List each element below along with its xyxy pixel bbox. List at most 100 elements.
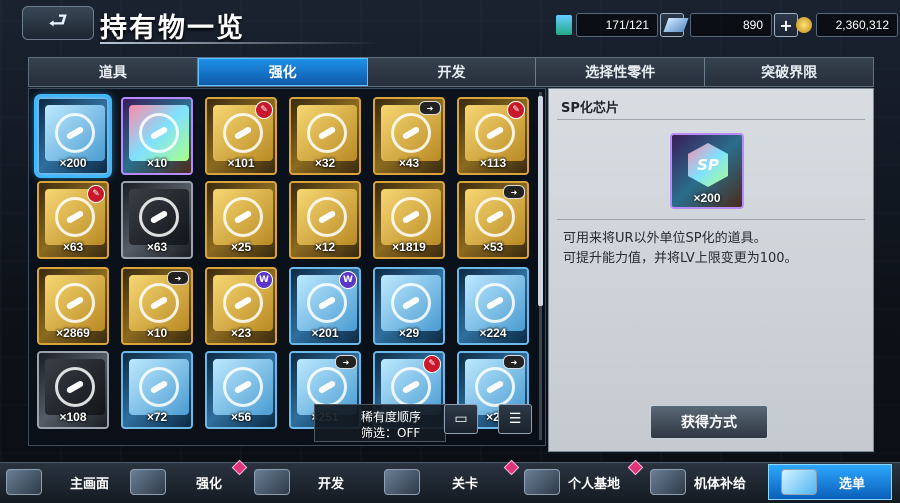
item-grid: ×200 ×10 ✎ ×101 ×32 ➜ ×43 ✎ ×113 ✎ ×63 ×63 ×25 ×12 ×18…: [28, 88, 546, 446]
back-arrow-icon: ⮐: [48, 9, 68, 34]
sort-button[interactable]: ☰: [498, 404, 532, 434]
item-slot[interactable]: ➜ ×43: [373, 97, 445, 175]
item-emblem-icon: [55, 113, 95, 153]
item-emblem-icon: [139, 197, 179, 237]
item-quantity: ×56: [230, 410, 252, 424]
menu-icon: [781, 469, 817, 495]
nav-label: 主画面: [70, 476, 110, 492]
factory-icon: [254, 469, 290, 495]
tab-limit-break[interactable]: 突破界限: [705, 58, 873, 86]
nav-label: 机体补给: [694, 476, 747, 492]
item-emblem-icon: [55, 197, 95, 237]
cards-icon: ▭: [454, 411, 468, 427]
gem-value: 890: [690, 13, 772, 37]
item-quantity: ×23: [230, 326, 252, 340]
tab-optional-parts[interactable]: 选择性零件: [536, 58, 706, 86]
item-slot[interactable]: ×200: [34, 94, 112, 178]
tab-develop[interactable]: 开发: [368, 58, 537, 86]
item-emblem-icon: [223, 197, 263, 237]
item-emblem-icon: [139, 367, 179, 407]
item-slot[interactable]: ✎ ×63: [37, 181, 109, 259]
sort-panel[interactable]: 稀有度顺序 筛选：OFF: [314, 404, 446, 442]
home-icon: [6, 469, 42, 495]
nav-home[interactable]: 主画面: [6, 464, 109, 500]
nav-label: 强化: [196, 476, 223, 492]
item-emblem-icon: [55, 283, 95, 323]
item-quantity: ×201: [311, 326, 339, 340]
arrow-badge-icon: ➜: [503, 355, 525, 369]
view-toggle-button[interactable]: ▭: [444, 404, 478, 434]
item-slot[interactable]: ×72: [121, 351, 193, 429]
feather-badge-icon: ✎: [255, 101, 273, 119]
coin-resource: 2,360,312: [796, 13, 898, 37]
nav-label: 个人基地: [568, 476, 621, 492]
filter-label: 筛选：OFF: [361, 426, 421, 440]
arrow-badge-icon: ➜: [503, 185, 525, 199]
item-emblem-icon: [475, 367, 515, 407]
nav-supply[interactable]: 机体补给: [650, 464, 746, 500]
tab-enhance[interactable]: 强化: [197, 58, 368, 86]
item-slot[interactable]: ➜ ×10: [121, 267, 193, 345]
nav-label: 开发: [318, 476, 345, 492]
item-slot[interactable]: ×1819: [373, 181, 445, 259]
item-emblem-icon: [307, 283, 347, 323]
item-detail-panel: SP化芯片 SP ×200 可用来将UR以外单位SP化的道具。 可提升能力值，并…: [548, 88, 874, 452]
gem-plus-button[interactable]: +: [774, 13, 798, 37]
nav-label: 关卡: [452, 476, 479, 492]
sp-chip-icon: SP: [688, 143, 728, 187]
item-slot[interactable]: ×25: [205, 181, 277, 259]
description-line: 可用来将UR以外单位SP化的道具。: [563, 231, 767, 246]
item-emblem-icon: [223, 283, 263, 323]
item-slot[interactable]: ×12: [289, 181, 361, 259]
sort-order-label: 稀有度顺序: [361, 410, 422, 424]
item-emblem-icon: [223, 113, 263, 153]
arrow-badge-icon: ➜: [335, 355, 357, 369]
nav-enhance[interactable]: 强化: [130, 464, 222, 500]
item-emblem-icon: [55, 367, 95, 407]
nav-develop[interactable]: 开发: [254, 464, 344, 500]
nav-menu[interactable]: 选单: [768, 464, 892, 500]
item-slot[interactable]: ×56: [205, 351, 277, 429]
item-quantity: ×72: [146, 410, 168, 424]
supply-icon: [650, 469, 686, 495]
feather-badge-icon: ✎: [507, 101, 525, 119]
w-badge-icon: W: [339, 271, 357, 289]
item-slot[interactable]: ×32: [289, 97, 361, 175]
item-slot[interactable]: ×10: [121, 97, 193, 175]
item-emblem-icon: [475, 113, 515, 153]
rifle-icon: [384, 469, 420, 495]
back-button[interactable]: ⮐: [22, 6, 94, 40]
item-emblem-icon: [307, 367, 347, 407]
item-quantity: ×10: [146, 326, 168, 340]
description-line: 可提升能力值，并将LV上限变更为100。: [563, 251, 798, 266]
item-slot[interactable]: W ×23: [205, 267, 277, 345]
item-quantity: ×25: [230, 240, 252, 254]
item-slot[interactable]: ×63: [121, 181, 193, 259]
item-slot[interactable]: W ×201: [289, 267, 361, 345]
nav-base[interactable]: 个人基地: [524, 464, 620, 500]
item-slot[interactable]: ×224: [457, 267, 529, 345]
tab-items[interactable]: 道具: [29, 58, 198, 86]
item-quantity: ×63: [62, 240, 84, 254]
arrow-badge-icon: ➜: [419, 101, 441, 115]
item-quantity: ×2869: [56, 326, 90, 340]
item-slot[interactable]: ×29: [373, 267, 445, 345]
item-emblem-icon: [391, 113, 431, 153]
item-emblem-icon: [139, 283, 179, 323]
page-title: 持有物一览: [100, 13, 245, 44]
nav-stage[interactable]: 关卡: [384, 464, 478, 500]
acquire-method-button[interactable]: 获得方式: [650, 405, 768, 439]
item-slot[interactable]: ✎ ×113: [457, 97, 529, 175]
item-slot[interactable]: ✎ ×101: [205, 97, 277, 175]
item-emblem-icon: [391, 197, 431, 237]
item-quantity: ×12: [314, 240, 336, 254]
item-slot[interactable]: ➜ ×53: [457, 181, 529, 259]
item-slot[interactable]: ×108: [37, 351, 109, 429]
item-quantity: ×108: [59, 410, 87, 424]
item-quantity: ×29: [398, 326, 420, 340]
gem-icon: [663, 18, 689, 32]
item-slot[interactable]: ×2869: [37, 267, 109, 345]
item-emblem-icon: [475, 197, 515, 237]
wrench-icon: [130, 469, 166, 495]
scrollbar-thumb[interactable]: [538, 96, 543, 306]
